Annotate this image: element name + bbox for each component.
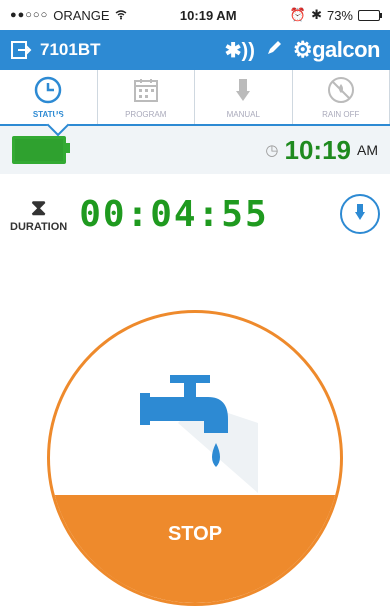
bluetooth-icon[interactable]: ✱)) <box>225 38 255 63</box>
current-time: 10:19 <box>285 135 352 166</box>
tab-label: MANUAL <box>227 110 260 119</box>
battery-level-icon <box>12 136 66 164</box>
duration-label: DURATION <box>10 221 67 233</box>
status-time: 10:19 AM <box>180 8 237 23</box>
hand-icon <box>350 202 370 227</box>
battery-percent: 73% <box>327 8 353 23</box>
stop-control[interactable]: STOP <box>47 310 343 606</box>
time-ampm: AM <box>357 142 378 158</box>
bluetooth-small-icon: ✱ <box>311 7 322 23</box>
duration-row: ⧗ DURATION 00:04:55 <box>0 174 390 240</box>
exit-icon[interactable] <box>10 39 32 61</box>
hourglass-icon: ⧗ <box>31 195 46 221</box>
hand-icon <box>228 75 258 107</box>
tab-bar: STATUS PROGRAM MANUAL RAIN OFF <box>0 70 390 126</box>
tab-manual[interactable]: MANUAL <box>195 70 293 124</box>
device-name: 7101BT <box>40 40 100 60</box>
alarm-icon: ⏰ <box>290 7 306 23</box>
wifi-icon <box>115 8 127 23</box>
calendar-icon <box>131 75 161 107</box>
signal-icon: ●●○○○ <box>10 9 48 21</box>
tab-label: RAIN OFF <box>322 110 359 119</box>
battery-icon <box>358 10 380 21</box>
rain-off-icon <box>326 75 356 107</box>
tab-label: PROGRAM <box>125 110 166 119</box>
carrier-label: ORANGE <box>53 8 109 23</box>
tab-program[interactable]: PROGRAM <box>98 70 196 124</box>
edit-icon[interactable] <box>265 39 283 62</box>
gear-icon: ⚙ <box>293 37 312 62</box>
duration-value: 00:04:55 <box>79 194 268 235</box>
faucet-icon <box>138 363 258 493</box>
manual-button[interactable] <box>340 194 380 234</box>
status-bar: ●●○○○ ORANGE 10:19 AM ⏰ ✱ 73% <box>0 0 390 30</box>
brand-logo: ⚙galcon <box>293 37 380 63</box>
tab-rain-off[interactable]: RAIN OFF <box>293 70 390 124</box>
clock-small-icon: ◷ <box>265 141 278 159</box>
tab-status[interactable]: STATUS <box>0 70 98 124</box>
stop-button[interactable]: STOP <box>50 495 340 603</box>
clock-icon <box>33 75 63 107</box>
app-header: 7101BT ✱)) ⚙galcon <box>0 30 390 70</box>
